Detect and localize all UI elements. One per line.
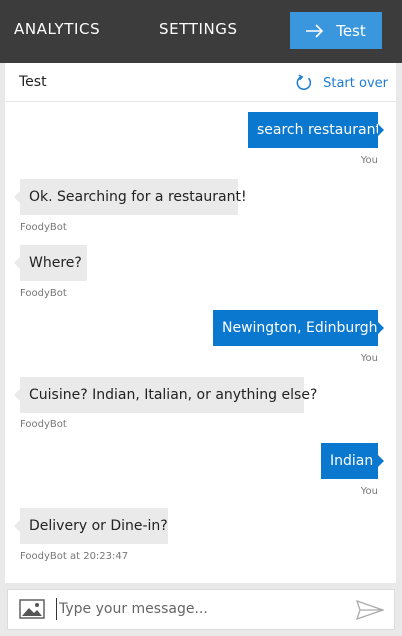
tab-settings[interactable]: SETTINGS [159,20,238,38]
message-sender: You [360,353,378,364]
send-icon[interactable] [356,600,384,620]
message-sender: You [360,486,378,497]
arrow-right-icon [306,23,324,38]
bot-message: Ok. Searching for a restaurant! [14,179,247,215]
message-composer [7,589,395,630]
bot-message: Delivery or Dine-in? [14,508,168,544]
test-button[interactable]: Test [290,12,382,49]
message-sender: FoodyBot [20,288,67,299]
message-sender: FoodyBot [20,222,67,233]
start-over-label: Start over [323,75,388,91]
user-message: Indian [321,443,384,479]
test-button-label: Test [336,21,366,40]
start-over-button[interactable]: Start over [295,73,388,93]
message-input[interactable] [56,598,351,620]
panel-header: Test Start over [5,63,396,102]
user-message: Newington, Edinburgh [213,310,384,346]
image-icon[interactable] [19,599,45,619]
bot-message: Where? [14,245,87,281]
message-sender: FoodyBot [20,419,67,430]
top-bar: ANALYTICS SETTINGS Test [0,0,402,63]
panel-title: Test [19,74,47,90]
refresh-icon [296,74,312,90]
message-sender: FoodyBot at 20:23:47 [20,551,129,562]
message-sender: You [360,155,378,166]
bot-message: Cuisine? Indian, Italian, or anything el… [14,377,317,413]
user-message: search restaurant [248,112,384,148]
tab-analytics[interactable]: ANALYTICS [14,20,100,38]
